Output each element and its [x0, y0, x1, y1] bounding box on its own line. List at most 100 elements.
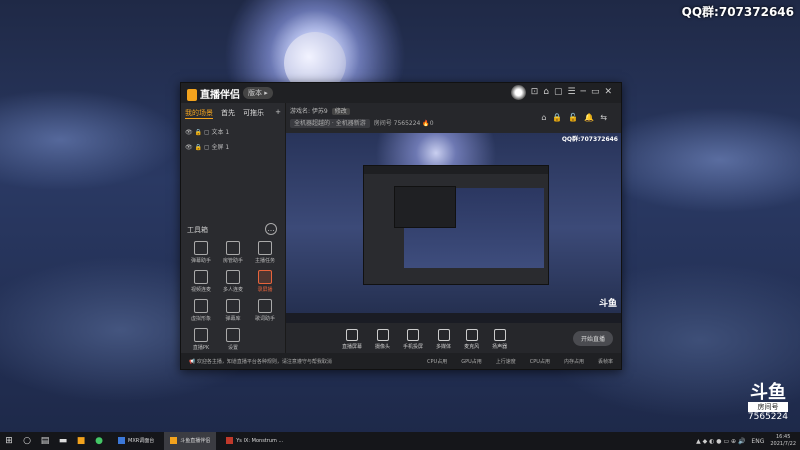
- task-label: MXR调面台: [128, 438, 155, 444]
- app-logo: 直播伴侣: [187, 86, 240, 101]
- media-button[interactable]: 多媒体: [436, 328, 451, 350]
- start-live-button[interactable]: 开始直播: [572, 331, 613, 346]
- tool-video-link[interactable]: 视频连麦: [185, 270, 217, 293]
- stat-label: 丢帧率: [597, 358, 613, 365]
- tab-3[interactable]: 可拖乐: [243, 108, 264, 119]
- more-icon[interactable]: …: [265, 223, 277, 235]
- tool-record[interactable]: 录屏播: [249, 270, 281, 293]
- calendar-icon: [226, 299, 240, 313]
- user-icon: [226, 241, 240, 255]
- phone-icon: [407, 328, 420, 341]
- microphone-icon: [465, 328, 478, 341]
- system-tray: ▲ ◆ ◐ ● ▭ ⊕ 🔊 ENG 16:45 2021/7/22: [696, 434, 800, 448]
- app-icon-orange[interactable]: ■: [72, 432, 90, 450]
- download-icon: [226, 270, 240, 284]
- camera-button[interactable]: 摄像头: [375, 328, 390, 350]
- tool-settings[interactable]: 设置: [217, 328, 249, 351]
- task-icon: [226, 437, 234, 444]
- tray-icons[interactable]: ▲ ◆ ◐ ● ▭ ⊕ 🔊: [696, 438, 745, 445]
- nested-app-preview: [363, 165, 549, 285]
- game-name: 游戏名: 伊苏9: [290, 108, 328, 115]
- speaker-button[interactable]: 扬声器: [492, 328, 507, 350]
- clock-date: 2021/7/22: [770, 441, 796, 447]
- tool-room-manager[interactable]: 房管助手: [217, 241, 249, 264]
- preview-taskbar: [286, 313, 621, 323]
- app-icon-green[interactable]: ●: [90, 432, 108, 450]
- search-icon[interactable]: ○: [18, 432, 36, 450]
- ctrl-label: 直播屏幕: [342, 343, 363, 350]
- language-indicator[interactable]: ENG: [751, 438, 764, 445]
- tool-tasks[interactable]: 主播任务: [249, 241, 281, 264]
- room-number: 房间号 7565224: [373, 120, 421, 127]
- ctrl-label: 麦克风: [464, 343, 480, 350]
- scene-label: 全屏 1: [211, 144, 230, 151]
- ctrl-label: 手机投屏: [403, 343, 424, 350]
- live-preview[interactable]: QQ群:707372646 斗鱼: [286, 133, 621, 323]
- heat-count: 0: [429, 120, 434, 127]
- douyu-watermark: 斗鱼 房间号 7565224: [747, 382, 788, 422]
- screen-capture-button[interactable]: 直播屏幕: [342, 328, 363, 350]
- tool-label: 房管助手: [222, 258, 243, 264]
- microphone-button[interactable]: 麦克风: [464, 328, 480, 350]
- taskbar-task[interactable]: Ys IX: Monstrum ...: [220, 432, 289, 450]
- danmu-icon: [194, 241, 208, 255]
- status-bar: 📢 欢迎各主播，知道直播平台各种规则，请注意遵守与帮我取消 CPU占用 GPU占…: [181, 353, 621, 369]
- media-icon: [437, 328, 450, 341]
- toolbox-grid: 弹幕助手 房管助手 主播任务 视频连麦 多人连麦 录屏播 虚拟形象 弹幕库 歌词…: [185, 241, 281, 351]
- tool-avatar[interactable]: 虚拟形象: [185, 299, 217, 322]
- tool-lyrics[interactable]: 歌词助手: [249, 299, 281, 322]
- nested-window: [394, 186, 456, 228]
- douyu-logo-text: 斗鱼: [749, 382, 786, 403]
- title-bar[interactable]: 直播伴侣 版本 ▸ ⊡⌂▢☰─▭✕: [181, 83, 621, 103]
- douyu-watermark-small: 斗鱼: [598, 299, 617, 309]
- windows-taskbar: ⊞ ○ ▤ ▬ ■ ● MXR调面台 斗鱼直播伴侣 Ys IX: Monstru…: [0, 432, 800, 450]
- scene-label: 文本 1: [211, 129, 230, 136]
- avatar[interactable]: [511, 85, 526, 100]
- screen-icon: [346, 328, 358, 341]
- taskbar-task-active[interactable]: 斗鱼直播伴侣: [164, 432, 217, 450]
- window-controls[interactable]: ⊡⌂▢☰─▭✕: [531, 87, 617, 97]
- tool-label: 视频连麦: [190, 287, 211, 293]
- tab-2[interactable]: 首先: [221, 108, 235, 119]
- phone-cast-button[interactable]: 手机投屏: [403, 328, 424, 350]
- taskbar-task[interactable]: MXR调面台: [112, 432, 160, 450]
- clock[interactable]: 16:45 2021/7/22: [770, 434, 796, 448]
- tool-label: 主播任务: [254, 258, 275, 264]
- clock-time: 16:45: [775, 434, 791, 440]
- speaker-icon: [493, 328, 506, 341]
- tool-danmu-lib[interactable]: 弹幕库: [217, 299, 249, 322]
- category-pill[interactable]: 全机器超越的 · 全机器新游: [290, 119, 370, 128]
- tool-danmu[interactable]: 弹幕助手: [185, 241, 217, 264]
- version-button[interactable]: 版本 ▸: [243, 87, 273, 99]
- pk-icon: [194, 328, 208, 342]
- task-icon: [258, 241, 272, 255]
- task-icon: [170, 437, 178, 444]
- tool-multi-link[interactable]: 多人连麦: [217, 270, 249, 293]
- toolbox-title: 工具箱: [187, 226, 208, 234]
- main-pane: 游戏名: 伊苏9 修改 全机器超越的 · 全机器新游 房间号 7565224 🔥0 …: [286, 103, 621, 353]
- tab-my-scenes[interactable]: 我的场景: [185, 108, 213, 119]
- scene-item[interactable]: 👁 🔒 ▢ 全屏 1: [181, 139, 285, 154]
- room-label: 房间号: [747, 402, 788, 412]
- scene-sidebar: 我的场景 首先 可拖乐 + 👁 🔒 ▢ 文本 1 👁 🔒 ▢ 全屏 1 工具箱 …: [181, 103, 286, 353]
- notice-text: 📢 欢迎各主播，知道直播平台各种规则，请注意遵守与帮我取消: [189, 358, 332, 365]
- terminal-icon[interactable]: ▬: [54, 432, 72, 450]
- windows-start-icon[interactable]: ⊞: [0, 432, 18, 450]
- task-label: 斗鱼直播伴侣: [180, 438, 211, 444]
- scene-item[interactable]: 👁 🔒 ▢ 文本 1: [181, 124, 285, 139]
- task-label: Ys IX: Monstrum ...: [236, 438, 284, 444]
- task-view-icon[interactable]: ▤: [36, 432, 54, 450]
- record-icon: [258, 270, 272, 284]
- change-button[interactable]: 修改: [331, 108, 350, 115]
- game-info: 游戏名: 伊苏9 修改: [290, 106, 350, 115]
- tool-pk[interactable]: 直播PK: [185, 328, 217, 351]
- room-info: 全机器超越的 · 全机器新游 房间号 7565224 🔥0: [290, 118, 434, 128]
- douyu-logo-icon: [187, 89, 197, 101]
- top-right-icons[interactable]: ⌂🔒🔓🔔⇆: [541, 113, 613, 122]
- task-icon: [118, 437, 125, 444]
- add-scene-button[interactable]: +: [275, 108, 281, 119]
- scene-tabs: 我的场景 首先 可拖乐 +: [181, 103, 285, 124]
- camera-icon: [376, 328, 389, 341]
- stat-label: CPU占用: [529, 358, 550, 365]
- live-companion-window[interactable]: 直播伴侣 版本 ▸ ⊡⌂▢☰─▭✕ 我的场景 首先 可拖乐 + 👁 🔒 ▢ 文本…: [180, 82, 622, 370]
